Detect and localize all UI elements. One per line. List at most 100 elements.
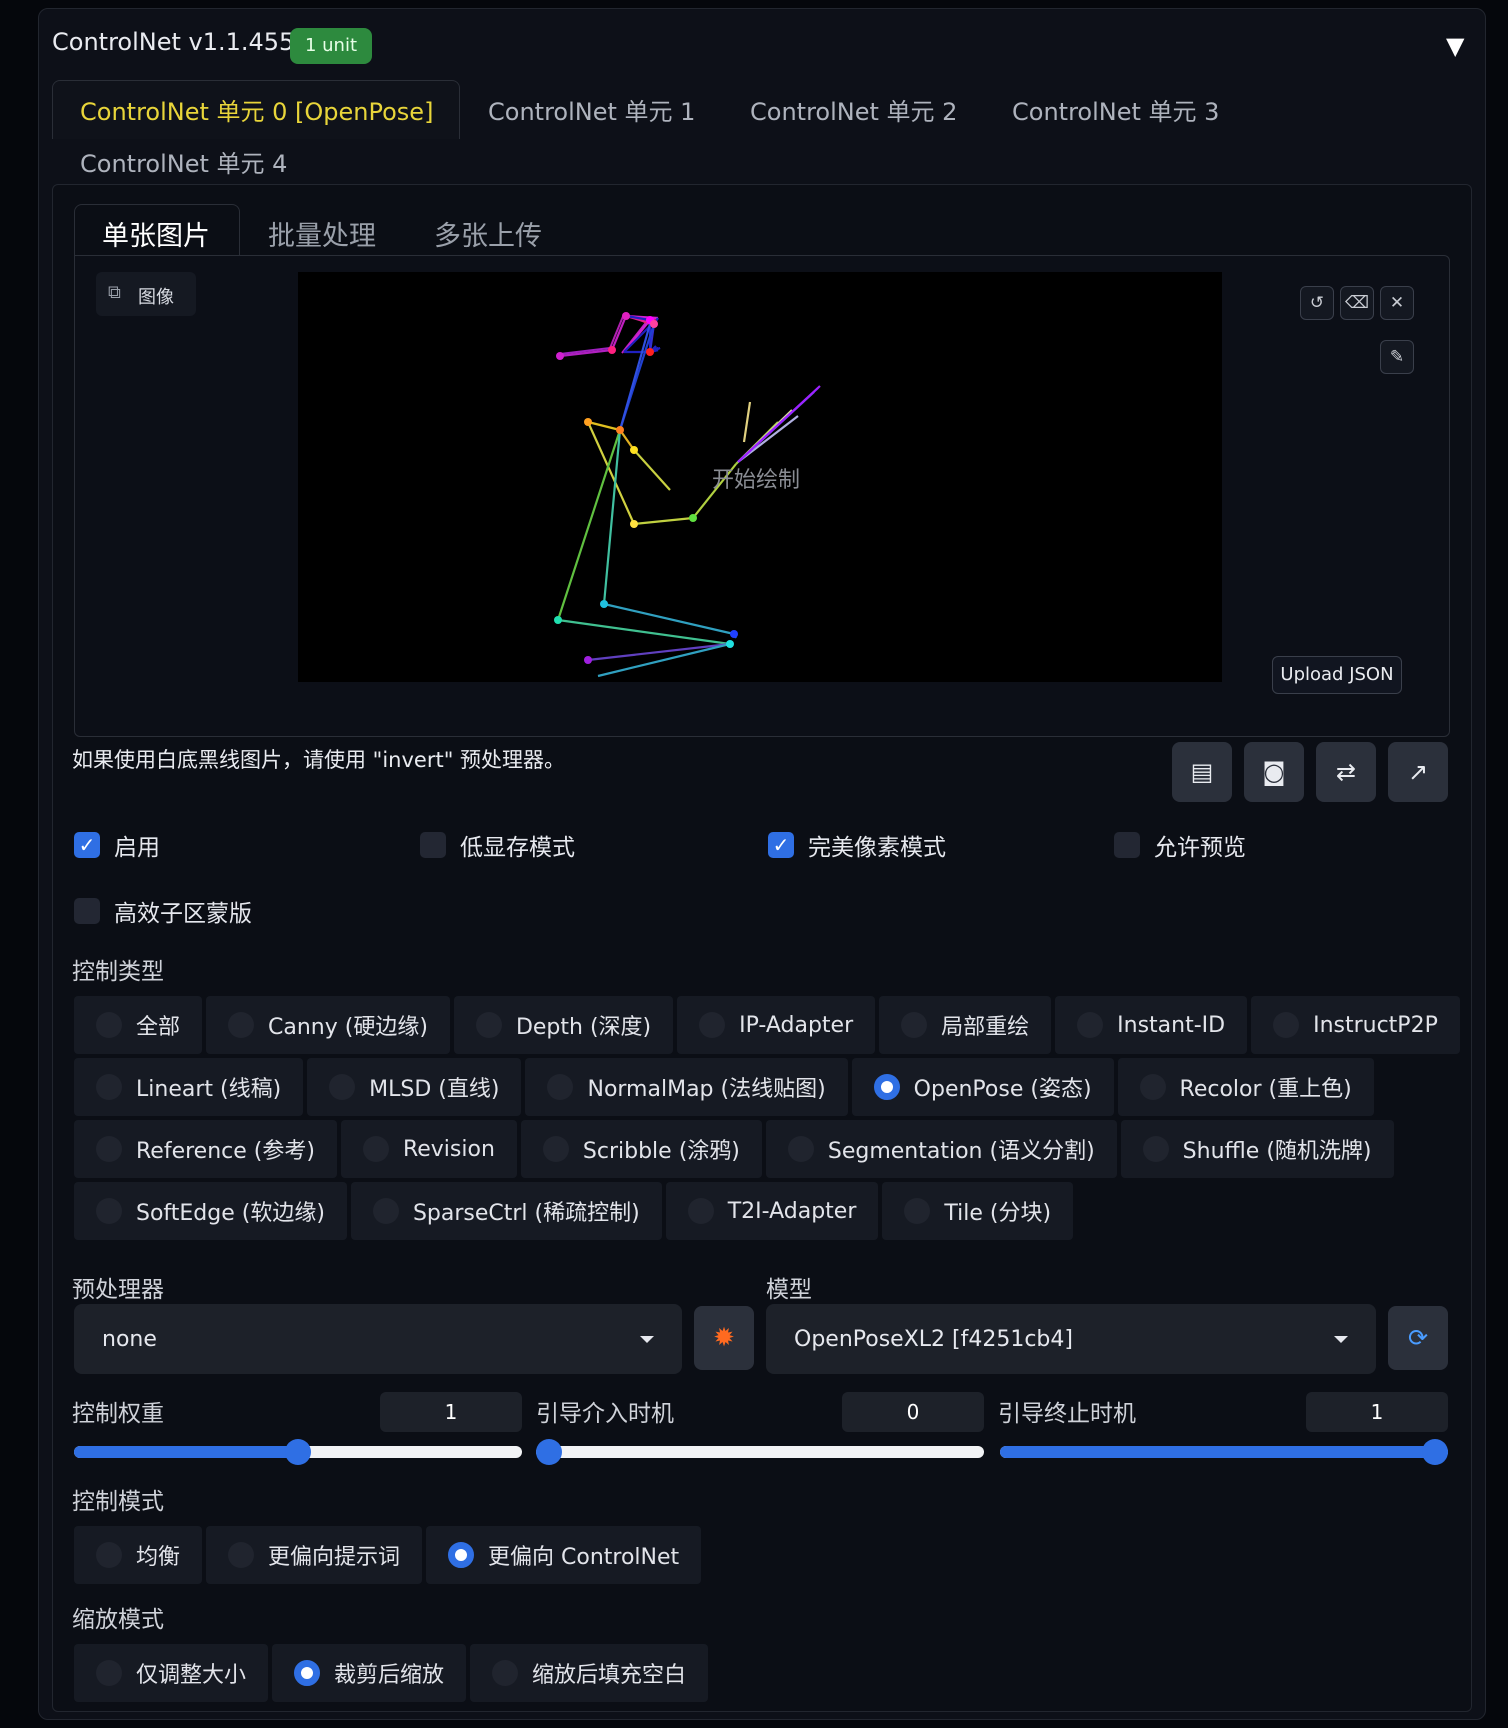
tab-unit-1[interactable]: ControlNet 单元 1: [488, 92, 695, 127]
radio-label: 更偏向 ControlNet: [488, 1545, 680, 1570]
radio-option-softedge[interactable]: SoftEdge (软边缘): [74, 1182, 347, 1240]
radio-label: 缩放后填充空白: [532, 1663, 687, 1688]
pixel-perfect-label: 完美像素模式: [808, 835, 946, 861]
radio-option-ip-adapter[interactable]: IP-Adapter: [677, 996, 876, 1054]
slider-thumb[interactable]: [536, 1439, 562, 1465]
radio-option-option[interactable]: 全部: [74, 996, 203, 1054]
image-icon: ⧉: [108, 282, 121, 303]
radio-dot-icon: [228, 1012, 255, 1038]
radio-dot-icon: [362, 1136, 389, 1162]
tab-unit-4[interactable]: ControlNet 单元 4: [80, 144, 287, 179]
tab-single-image[interactable]: 单张图片: [102, 214, 210, 253]
radio-dot-icon: [96, 1542, 122, 1568]
guidance-start-label: 引导介入时机: [536, 1401, 674, 1427]
radio-dot-icon: [492, 1660, 519, 1686]
guidance-end-slider[interactable]: [1000, 1439, 1448, 1465]
preprocessor-select[interactable]: none: [74, 1304, 682, 1374]
radio-option-lineart[interactable]: Lineart (线稿): [74, 1058, 304, 1116]
radio-option-t2i-adapter[interactable]: T2I-Adapter: [665, 1182, 879, 1240]
triangle-down-icon[interactable]: ▼: [1446, 32, 1464, 60]
control-type-row: SoftEdge (软边缘) SparseCtrl (稀疏控制) T2I-Adapt…: [74, 1182, 1474, 1240]
effective-region-mask-checkbox[interactable]: 高效子区蒙版: [74, 894, 252, 928]
radio-option-controlnet[interactable]: 更偏向 ControlNet: [426, 1526, 702, 1584]
control-mode-label: 控制模式: [72, 1489, 164, 1515]
tab-unit-0[interactable]: ControlNet 单元 0 [OpenPose]: [80, 92, 433, 127]
control-type-row: 全部 Canny (硬边缘) Depth (深度) IP-Adapter 局部重绘 Ins…: [74, 996, 1474, 1054]
radio-option-instructp2p[interactable]: InstructP2P: [1251, 996, 1460, 1054]
radio-option-segmentation[interactable]: Segmentation (语义分割): [765, 1120, 1117, 1178]
radio-option-option[interactable]: 局部重绘: [879, 996, 1052, 1054]
radio-option-option[interactable]: 仅调整大小: [74, 1644, 269, 1702]
undo-icon[interactable]: ↺: [1300, 286, 1334, 320]
send-dimensions-icon[interactable]: ↗: [1388, 742, 1448, 802]
eraser-icon[interactable]: ⌫: [1340, 286, 1374, 320]
radio-option-normalmap[interactable]: NormalMap (法线贴图): [525, 1058, 848, 1116]
checkbox-checked-icon: ✓: [768, 832, 794, 858]
tab-multi-upload[interactable]: 多张上传: [434, 214, 542, 253]
upload-json-button[interactable]: Upload JSON: [1272, 656, 1402, 694]
pixel-perfect-checkbox[interactable]: ✓ 完美像素模式: [768, 828, 946, 862]
radio-dot-icon: [228, 1542, 255, 1568]
swap-icon[interactable]: ⇄: [1316, 742, 1376, 802]
radio-option-revision[interactable]: Revision: [340, 1120, 517, 1178]
radio-option-recolor[interactable]: Recolor (重上色): [1117, 1058, 1374, 1116]
radio-label: Lineart (线稿): [136, 1077, 282, 1102]
tab-unit-2[interactable]: ControlNet 单元 2: [750, 92, 957, 127]
model-select[interactable]: OpenPoseXL2 [f4251cb4]: [766, 1304, 1376, 1374]
resize-mode-label: 缩放模式: [72, 1607, 164, 1633]
invert-hint: 如果使用白底黑线图片，请使用 "invert" 预处理器。: [72, 748, 566, 772]
radio-option-tile[interactable]: Tile (分块): [882, 1182, 1074, 1240]
low-vram-label: 低显存模式: [460, 835, 575, 861]
image-label-text: 图像: [138, 287, 174, 308]
radio-option-reference[interactable]: Reference (参考): [74, 1120, 337, 1178]
guidance-end-input[interactable]: 1: [1306, 1392, 1448, 1432]
radio-label: SoftEdge (软边缘): [136, 1201, 325, 1226]
radio-option-canny[interactable]: Canny (硬边缘): [206, 996, 450, 1054]
refresh-models-icon[interactable]: ⟳: [1388, 1306, 1448, 1370]
radio-option-option[interactable]: 均衡: [74, 1526, 203, 1584]
chevron-down-icon: [1334, 1335, 1348, 1343]
guidance-start-input[interactable]: 0: [842, 1392, 984, 1432]
slider-fill: [74, 1446, 298, 1458]
radio-dot-icon: [96, 1012, 122, 1038]
slider-thumb[interactable]: [285, 1439, 311, 1465]
radio-option-option[interactable]: 裁剪后缩放: [272, 1644, 467, 1702]
allow-preview-label: 允许预览: [1154, 835, 1246, 861]
run-preprocessor-icon[interactable]: ✹: [694, 1306, 754, 1370]
tab-batch[interactable]: 批量处理: [268, 214, 376, 253]
radio-option-option[interactable]: 缩放后填充空白: [470, 1644, 709, 1702]
brush-icon[interactable]: ✎: [1380, 340, 1414, 374]
radio-label: IP-Adapter: [739, 1012, 854, 1038]
radio-option-scribble[interactable]: Scribble (涂鸦): [520, 1120, 762, 1178]
guidance-end-label: 引导终止时机: [998, 1401, 1136, 1427]
slider-thumb[interactable]: [1422, 1439, 1448, 1465]
guidance-start-slider[interactable]: [536, 1439, 984, 1465]
enable-checkbox[interactable]: ✓ 启用: [74, 828, 160, 862]
model-label: 模型: [766, 1277, 812, 1303]
camera-icon[interactable]: ◙: [1244, 742, 1304, 802]
control-weight-input[interactable]: 1: [380, 1392, 522, 1432]
low-vram-checkbox[interactable]: 低显存模式: [420, 828, 575, 862]
radio-option-sparsectrl[interactable]: SparseCtrl (稀疏控制): [350, 1182, 662, 1240]
radio-option-depth[interactable]: Depth (深度): [453, 996, 674, 1054]
checkbox-box: [1114, 832, 1140, 858]
radio-option-option[interactable]: 更偏向提示词: [206, 1526, 423, 1584]
control-weight-slider[interactable]: [74, 1439, 522, 1465]
tab-unit-3[interactable]: ControlNet 单元 3: [1012, 92, 1219, 127]
allow-preview-checkbox[interactable]: 允许预览: [1114, 828, 1246, 862]
radio-option-openpose[interactable]: OpenPose (姿态): [851, 1058, 1114, 1116]
radio-dot-icon: [1142, 1136, 1169, 1162]
control-weight-label: 控制权重: [72, 1401, 164, 1427]
radio-option-instant-id[interactable]: Instant-ID: [1055, 996, 1248, 1054]
new-canvas-icon[interactable]: ▤: [1172, 742, 1232, 802]
radio-label: NormalMap (法线贴图): [587, 1077, 826, 1102]
close-icon[interactable]: ✕: [1380, 286, 1414, 320]
radio-label: Tile (分块): [944, 1201, 1052, 1226]
radio-dot-icon: [96, 1136, 122, 1162]
radio-label: Reference (参考): [136, 1139, 315, 1164]
radio-option-shuffle[interactable]: Shuffle (随机洗牌): [1120, 1120, 1394, 1178]
radio-label: 更偏向提示词: [268, 1545, 401, 1570]
radio-label: InstructP2P: [1313, 1012, 1438, 1038]
radio-option-mlsd[interactable]: MLSD (直线): [307, 1058, 522, 1116]
canvas-start-drawing-text: 开始绘制: [712, 468, 801, 493]
